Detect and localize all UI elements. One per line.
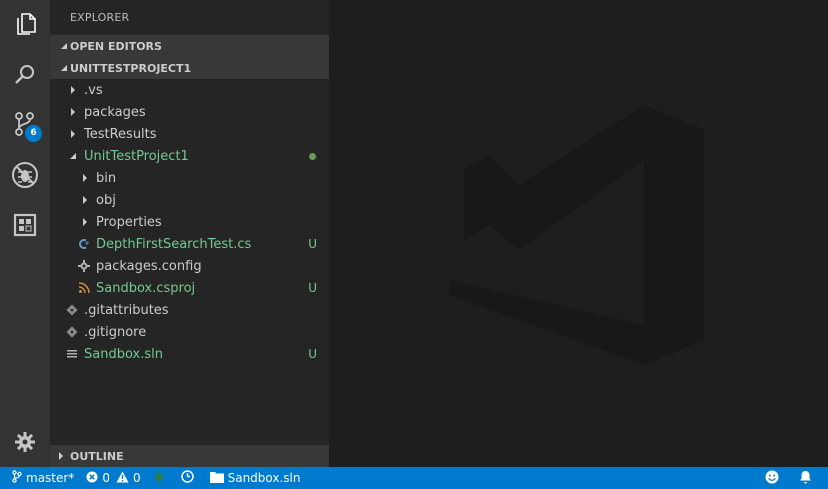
files-icon xyxy=(13,12,37,36)
vscode-logo-watermark-icon xyxy=(449,100,739,374)
feedback-button[interactable] xyxy=(759,467,793,489)
activity-bar: 6 xyxy=(0,0,50,467)
tree-item-gitattributes[interactable]: .gitattributes xyxy=(50,299,329,321)
section-open-editors[interactable]: OPEN EDITORS xyxy=(50,35,329,57)
section-label: OPEN EDITORS xyxy=(70,39,162,53)
tree-item-packages-config[interactable]: packages.config xyxy=(50,255,329,277)
tree-item-properties[interactable]: Properties xyxy=(50,211,329,233)
chevron-right-icon xyxy=(80,167,90,189)
chevron-right-icon xyxy=(58,452,70,460)
scm-count-badge: 6 xyxy=(25,125,42,142)
section-outline[interactable]: OUTLINE xyxy=(50,445,329,467)
section-project[interactable]: UNITTESTPROJECT1 xyxy=(50,57,329,79)
tree-item-unittestproject1[interactable]: UnitTestProject1 xyxy=(50,145,329,167)
untracked-status: U xyxy=(308,347,317,361)
warning-icon xyxy=(116,471,133,486)
chevron-right-icon xyxy=(80,211,90,233)
chevron-down-icon xyxy=(58,64,70,72)
smiley-icon xyxy=(765,470,783,487)
tree-item-bin[interactable]: bin xyxy=(50,167,329,189)
tree-item-sandbox-csproj[interactable]: Sandbox.csproj U xyxy=(50,277,329,299)
notifications-button[interactable] xyxy=(793,467,828,489)
source-control-button[interactable] xyxy=(0,100,50,148)
tree-item-depthfirstsearchtest[interactable]: # DepthFirstSearchTest.cs U xyxy=(50,233,329,255)
chevron-down-icon xyxy=(68,145,78,167)
editor-area[interactable] xyxy=(329,0,828,467)
clock-icon xyxy=(180,470,198,486)
tree-item-sandbox-sln[interactable]: Sandbox.sln U xyxy=(50,343,329,365)
svg-text:#: # xyxy=(85,241,89,247)
chevron-down-icon xyxy=(58,42,70,50)
chevron-right-icon xyxy=(68,123,78,145)
branch-indicator[interactable]: master* xyxy=(0,467,80,489)
problems-indicator[interactable]: 0 0 xyxy=(80,467,146,489)
chevron-right-icon xyxy=(80,189,90,211)
tree-item-label: UnitTestProject1 xyxy=(84,148,189,164)
chevron-right-icon xyxy=(68,101,78,123)
tree-item-label: DepthFirstSearchTest.cs xyxy=(96,236,252,252)
tree-item-label: Properties xyxy=(96,214,162,230)
error-icon xyxy=(86,471,102,486)
tree-item-label: Sandbox.sln xyxy=(84,346,163,362)
solution-name: Sandbox.sln xyxy=(227,471,301,485)
status-bar: master* 0 0 Sandbox.sln xyxy=(0,467,828,489)
tree-item-label: .gitattributes xyxy=(84,302,169,318)
explorer-button[interactable] xyxy=(0,0,50,48)
untracked-status: U xyxy=(308,237,317,251)
tree-item-gitignore[interactable]: .gitignore xyxy=(50,321,329,343)
git-file-icon xyxy=(66,321,78,343)
tree-item-label: obj xyxy=(96,192,116,208)
tree-icon xyxy=(153,470,169,486)
tree-item-label: packages xyxy=(84,104,146,120)
untracked-status: U xyxy=(308,281,317,295)
section-label: OUTLINE xyxy=(70,449,124,463)
search-icon xyxy=(13,62,37,86)
tree-item-label: bin xyxy=(96,170,117,186)
extensions-button[interactable] xyxy=(0,201,50,249)
tree-item-packages[interactable]: packages xyxy=(50,101,329,123)
status-bar-right xyxy=(759,467,828,489)
branch-name: master* xyxy=(26,471,75,485)
chevron-right-icon xyxy=(68,79,78,101)
history-button[interactable] xyxy=(175,467,204,489)
tree-item-label: .vs xyxy=(84,82,103,98)
tree-item-label: packages.config xyxy=(96,258,202,274)
manage-button[interactable] xyxy=(0,418,50,466)
tree-item-label: .gitignore xyxy=(84,324,147,340)
bell-icon xyxy=(799,470,816,487)
rss-file-icon xyxy=(78,277,90,299)
tree-status-button[interactable] xyxy=(147,467,175,489)
git-branch-icon xyxy=(12,470,26,486)
debug-button[interactable] xyxy=(0,151,50,199)
tree-item-testresults[interactable]: TestResults xyxy=(50,123,329,145)
tree-item-label: Sandbox.csproj xyxy=(96,280,196,296)
solution-indicator[interactable]: Sandbox.sln xyxy=(204,467,307,489)
settings-gear-icon xyxy=(14,431,36,453)
extensions-icon xyxy=(13,213,37,237)
tree-item-label: TestResults xyxy=(84,126,157,142)
lines-file-icon xyxy=(66,343,78,365)
git-file-icon xyxy=(66,299,78,321)
sidebar-title: EXPLORER xyxy=(70,11,130,24)
modified-dot-icon xyxy=(309,153,316,160)
section-label: UNITTESTPROJECT1 xyxy=(70,61,192,75)
csharp-file-icon: # xyxy=(78,233,90,255)
debug-icon xyxy=(11,161,39,189)
tree-item-obj[interactable]: obj xyxy=(50,189,329,211)
tree-item-vs[interactable]: .vs xyxy=(50,79,329,101)
gear-file-icon xyxy=(78,255,90,277)
search-button[interactable] xyxy=(0,50,50,98)
error-count: 0 xyxy=(102,471,110,485)
folder-icon xyxy=(209,471,228,486)
explorer-sidebar: EXPLORER OPEN EDITORS UNITTESTPROJECT1 .… xyxy=(50,0,329,467)
warning-count: 0 xyxy=(132,471,141,485)
